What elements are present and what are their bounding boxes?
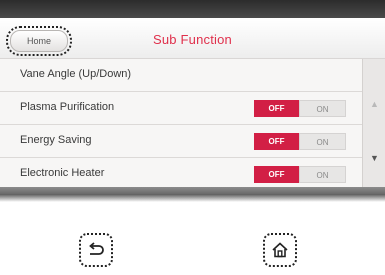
back-button[interactable] xyxy=(79,233,113,267)
list-item-label: Plasma Purification xyxy=(20,101,115,113)
scrollbar[interactable]: ▲ ▼ xyxy=(362,59,385,187)
toggle-off-button[interactable]: OFF xyxy=(254,133,299,150)
sub-function-list: Vane Angle (Up/Down) Plasma Purification… xyxy=(0,59,362,191)
toggle-on-button[interactable]: ON xyxy=(299,100,346,117)
screen-bottom-band xyxy=(0,187,385,194)
house-icon xyxy=(272,242,288,258)
screen-header: Home Sub Function xyxy=(0,18,385,59)
toggle-on-button[interactable]: ON xyxy=(299,133,346,150)
touch-screen: Home Sub Function Vane Angle (Up/Down) P… xyxy=(0,18,385,194)
list-item-energy-saving: Energy Saving OFF ON xyxy=(0,125,362,158)
toggle-off-button[interactable]: OFF xyxy=(254,166,299,183)
list-item-label: Electronic Heater xyxy=(20,167,105,179)
list-item-label: Energy Saving xyxy=(20,134,92,146)
toggle-on-button[interactable]: ON xyxy=(299,166,346,183)
page-title: Sub Function xyxy=(152,32,232,47)
list-item-label: Vane Angle (Up/Down) xyxy=(20,68,132,80)
home-hardware-button[interactable] xyxy=(263,233,297,267)
device-top-bezel xyxy=(0,0,385,18)
triangle-up-icon[interactable]: ▲ xyxy=(363,99,385,109)
electronic-heater-toggle: OFF ON xyxy=(254,166,346,183)
device-bottom-bezel xyxy=(0,194,385,202)
back-arrow-icon xyxy=(89,242,104,255)
energy-saving-toggle: OFF ON xyxy=(254,133,346,150)
triangle-down-icon[interactable]: ▼ xyxy=(363,153,385,163)
list-item-plasma-purification: Plasma Purification OFF ON xyxy=(0,92,362,125)
toggle-off-button[interactable]: OFF xyxy=(254,100,299,117)
plasma-purification-toggle: OFF ON xyxy=(254,100,346,117)
list-item-vane-angle[interactable]: Vane Angle (Up/Down) xyxy=(0,59,362,92)
